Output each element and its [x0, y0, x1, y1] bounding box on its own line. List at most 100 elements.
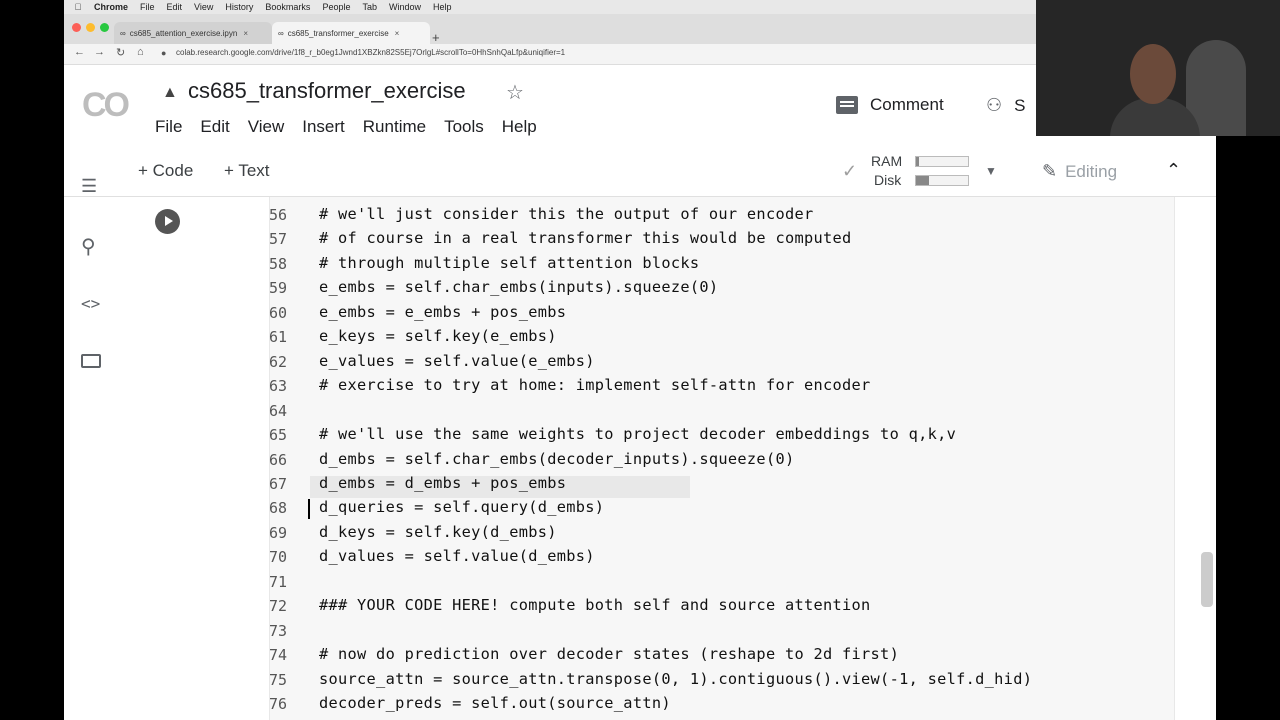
close-tab-icon[interactable]: ×	[395, 29, 400, 38]
editing-mode-button[interactable]: ✎ Editing	[1042, 161, 1117, 182]
search-icon[interactable]: ⚲	[81, 234, 96, 259]
close-window-icon[interactable]	[72, 23, 81, 32]
mac-menu-people[interactable]: People	[322, 2, 350, 12]
maximize-window-icon[interactable]	[100, 23, 109, 32]
new-tab-icon[interactable]: +	[432, 30, 440, 45]
menu-tools[interactable]: Tools	[444, 117, 484, 137]
code-line[interactable]: e_keys = self.key(e_embs)	[319, 327, 557, 345]
line-number: 67	[269, 474, 288, 493]
mac-menu-help[interactable]: Help	[433, 2, 452, 12]
scrollbar[interactable]	[1201, 552, 1213, 607]
ram-meter-fill	[916, 157, 919, 166]
home-icon[interactable]: ⌂	[137, 46, 144, 58]
star-icon[interactable]: ☆	[506, 80, 524, 105]
line-number: 73	[269, 621, 288, 640]
code-line[interactable]: # of course in a real transformer this w…	[319, 229, 852, 247]
line-number: 69	[269, 523, 288, 542]
tab-attention-exercise[interactable]: ∞ cs685_attention_exercise.ipyn ×	[114, 22, 272, 44]
menu-view[interactable]: View	[248, 117, 285, 137]
menu-file[interactable]: File	[155, 117, 182, 137]
ram-label[interactable]: RAM	[871, 153, 902, 169]
line-number: 58	[269, 254, 288, 273]
comment-icon	[836, 96, 858, 114]
mac-menu-window[interactable]: Window	[389, 2, 421, 12]
line-number: 70	[269, 548, 288, 567]
add-text-button[interactable]: + Text	[224, 161, 270, 181]
code-line[interactable]: d_values = self.value(d_embs)	[319, 547, 595, 565]
code-line[interactable]: d_keys = self.key(d_embs)	[319, 523, 557, 541]
comment-button[interactable]: Comment	[836, 95, 944, 115]
mac-menu-history[interactable]: History	[225, 2, 253, 12]
code-line[interactable]: # we'll just consider this the output of…	[319, 205, 814, 223]
table-of-contents-icon[interactable]: ☰	[81, 176, 97, 197]
line-number: 66	[269, 450, 288, 469]
files-icon[interactable]	[81, 354, 101, 368]
mac-menu-view[interactable]: View	[194, 2, 213, 12]
colab-favicon-icon: ∞	[120, 28, 126, 38]
close-tab-icon[interactable]: ×	[243, 29, 248, 38]
pencil-icon: ✎	[1042, 161, 1058, 181]
menu-edit[interactable]: Edit	[200, 117, 229, 137]
apple-icon[interactable]: 	[72, 2, 84, 12]
add-code-button[interactable]: + Code	[138, 161, 193, 181]
minimize-window-icon[interactable]	[86, 23, 95, 32]
code-line[interactable]: decoder_preds = self.out(source_attn)	[319, 694, 671, 712]
lock-icon[interactable]: ●	[161, 48, 166, 58]
code-line[interactable]: # through multiple self attention blocks	[319, 254, 699, 272]
ram-meter[interactable]	[915, 156, 969, 167]
line-number: 71	[269, 572, 288, 591]
disk-label[interactable]: Disk	[874, 172, 901, 188]
line-number: 74	[269, 646, 288, 665]
tab-transformer-exercise[interactable]: ∞ cs685_transformer_exercise ×	[272, 22, 430, 44]
mac-menu-bookmarks[interactable]: Bookmarks	[265, 2, 310, 12]
colab-menu-bar: File Edit View Insert Runtime Tools Help	[155, 117, 555, 137]
code-line[interactable]: # now do prediction over decoder states …	[319, 645, 899, 663]
menu-runtime[interactable]: Runtime	[363, 117, 426, 137]
line-number: 64	[269, 401, 288, 420]
mac-menu-tab[interactable]: Tab	[362, 2, 377, 12]
editing-label: Editing	[1065, 161, 1118, 181]
menu-insert[interactable]: Insert	[302, 117, 345, 137]
line-number: 76	[269, 695, 288, 713]
line-number: 60	[269, 303, 288, 322]
code-cell[interactable]: 56 # we'll just consider this the output …	[139, 197, 1216, 720]
url-field[interactable]: colab.research.google.com/drive/1f8_r_b0…	[176, 48, 565, 57]
disk-meter-fill	[916, 176, 929, 185]
drive-icon[interactable]: ▲	[162, 84, 178, 102]
menu-help[interactable]: Help	[502, 117, 537, 137]
line-number: 56	[269, 206, 288, 224]
share-label: S	[1014, 95, 1026, 115]
code-line[interactable]: # we'll use the same weights to project …	[319, 425, 956, 443]
back-icon[interactable]: ←	[74, 46, 85, 58]
forward-icon[interactable]: →	[94, 46, 105, 58]
reload-icon[interactable]: ↻	[116, 46, 125, 59]
chevron-down-icon[interactable]: ▼	[985, 164, 997, 178]
run-cell-button[interactable]	[155, 209, 180, 234]
code-line[interactable]: source_attn = source_attn.transpose(0, 1…	[319, 670, 1032, 688]
mac-menu-edit[interactable]: Edit	[167, 2, 183, 12]
share-button[interactable]: ⚇ S	[986, 95, 1025, 116]
colab-logo[interactable]: CO	[82, 86, 130, 125]
disk-meter[interactable]	[915, 175, 969, 186]
code-line[interactable]: ### YOUR CODE HERE! compute both self an…	[319, 596, 871, 614]
line-number: 75	[269, 670, 288, 689]
app-name[interactable]: Chrome	[94, 2, 128, 12]
notebook-title[interactable]: cs685_transformer_exercise	[188, 78, 466, 104]
code-line[interactable]: d_queries = self.query(d_embs)	[319, 498, 604, 516]
line-number: 59	[269, 279, 288, 298]
chevron-up-icon[interactable]: ⌃	[1166, 160, 1181, 181]
code-line[interactable]: d_embs = self.char_embs(decoder_inputs).…	[319, 450, 794, 468]
code-line[interactable]: e_embs = e_embs + pos_embs	[319, 303, 566, 321]
code-line[interactable]: # exercise to try at home: implement sel…	[319, 376, 871, 394]
code-line[interactable]: e_values = self.value(e_embs)	[319, 352, 595, 370]
line-number: 72	[269, 597, 288, 616]
code-snippets-icon[interactable]: <>	[81, 294, 100, 313]
code-line[interactable]: d_embs = d_embs + pos_embs	[319, 474, 566, 492]
mac-menu-file[interactable]: File	[140, 2, 155, 12]
tab-label: cs685_transformer_exercise	[287, 28, 389, 38]
comment-label: Comment	[870, 95, 944, 114]
line-number: 63	[269, 377, 288, 396]
code-line[interactable]: e_embs = self.char_embs(inputs).squeeze(…	[319, 278, 718, 296]
line-number: 57	[269, 230, 288, 249]
line-number: 65	[269, 426, 288, 445]
